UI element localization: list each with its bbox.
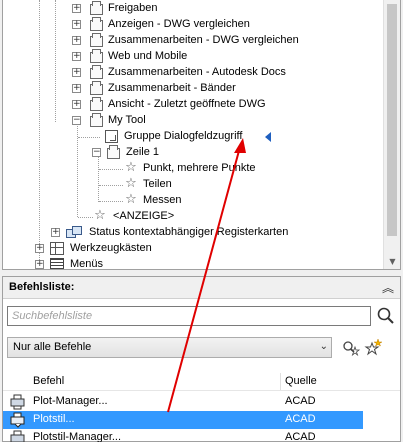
plot-manager-icon [10, 394, 25, 410]
plotstyle-manager-icon [10, 430, 25, 442]
tree-connector [78, 137, 100, 138]
contextual-tabs-icon [66, 226, 84, 240]
tree-item-label: My Tool [108, 114, 146, 126]
tree-item-label: <ANZEIGE> [113, 210, 175, 222]
expand-icon[interactable]: + [35, 260, 44, 269]
find-star-icon [343, 341, 361, 357]
search-icon [377, 307, 394, 324]
command-search-field[interactable] [7, 306, 371, 326]
tree-item-label: Teilen [143, 178, 172, 190]
column-header-quelle[interactable]: Quelle [285, 375, 317, 387]
tree-item-label: Web und Mobile [108, 50, 188, 62]
tree-connector [99, 185, 123, 186]
command-list-panel: Befehlsliste: ︽ Nur alle Befehle ⌄ [2, 276, 401, 442]
expand-icon[interactable]: + [72, 36, 81, 45]
tree-item-label: Punkt, mehrere Punkte [143, 162, 256, 174]
expand-icon[interactable]: + [72, 4, 81, 13]
tree-connector [55, 0, 56, 122]
table-row-selected[interactable]: Plotstil... ACAD [3, 411, 363, 429]
command-star-icon: ☆ [94, 208, 106, 223]
find-command-button[interactable] [341, 338, 361, 358]
panel-icon [89, 1, 103, 15]
command-star-icon: ☆ [125, 192, 137, 207]
tree-connector [99, 169, 123, 170]
command-filter-dropdown[interactable]: Nur alle Befehle ⌄ [7, 337, 332, 358]
command-name: Plot-Manager... [33, 395, 108, 407]
tree-item-label: Zusammenarbeit - Bänder [108, 82, 236, 94]
tree-item-label: Zusammenarbeiten - Autodesk Docs [108, 66, 286, 78]
dialog-launcher-icon [105, 130, 118, 143]
tree-item-label: Status kontextabhängiger Registerkarten [89, 226, 289, 238]
search-button[interactable] [376, 306, 396, 326]
table-row[interactable]: Plot-Manager... ACAD [3, 393, 363, 411]
toolbars-icon [50, 242, 64, 255]
panel-icon [89, 33, 103, 47]
command-source: ACAD [285, 395, 316, 407]
column-divider[interactable] [280, 373, 281, 390]
tree-connector [78, 217, 93, 218]
menus-icon [50, 258, 64, 269]
command-name: Plotstil-Manager... [33, 431, 122, 442]
panel-icon [89, 65, 103, 79]
command-star-icon: ☆ [125, 176, 137, 191]
cui-editor: + Freigaben + Anzeigen - DWG vergleichen… [0, 0, 403, 442]
panel-icon [89, 81, 103, 95]
selection-marker-icon [265, 132, 271, 142]
table-row[interactable]: Plotstil-Manager... ACAD [3, 429, 363, 442]
command-star-icon: ☆ [125, 160, 137, 175]
expand-icon[interactable]: + [72, 84, 81, 93]
command-source: ACAD [285, 431, 316, 442]
tree-item-label: Werkzeugkästen [70, 242, 152, 254]
panel-icon [89, 49, 103, 63]
column-header-befehl[interactable]: Befehl [33, 375, 64, 387]
plotstyle-icon [10, 412, 25, 428]
collapse-icon[interactable]: − [72, 116, 81, 125]
tree-item-label: Menüs [70, 258, 104, 270]
panel-icon [89, 97, 103, 111]
command-source: ACAD [285, 413, 316, 425]
tree-item-label: Gruppe Dialogfeldzugriff [124, 130, 243, 142]
new-command-button[interactable] [363, 338, 383, 358]
panel-icon [89, 113, 103, 127]
tree-item-label: Freigaben [108, 2, 158, 14]
command-list-title: Befehlsliste: [9, 281, 75, 293]
customization-tree: + Freigaben + Anzeigen - DWG vergleichen… [3, 0, 385, 270]
tree-item-label: Anzeigen - DWG vergleichen [108, 18, 250, 30]
tree-item-label: Ansicht - Zuletzt geöffnete DWG [108, 98, 266, 110]
tree-connector [39, 0, 40, 269]
new-star-icon [364, 338, 383, 356]
expand-icon[interactable]: + [72, 68, 81, 77]
command-name: Plotstil... [33, 413, 75, 425]
filter-selected-value: Nur alle Befehle [13, 341, 92, 353]
command-list-header: Befehlsliste: ︽ [3, 277, 400, 299]
tree-item-label: Messen [143, 194, 182, 206]
collapse-icon[interactable]: − [92, 148, 101, 157]
row-icon [106, 145, 120, 159]
tree-connector [98, 154, 99, 202]
chevron-down-icon: ⌄ [319, 341, 328, 352]
tree-item-label: Zusammenarbeiten - DWG vergleichen [108, 34, 299, 46]
expand-icon[interactable]: + [72, 52, 81, 61]
expand-icon[interactable]: + [35, 244, 44, 253]
panel-icon [89, 17, 103, 31]
command-search-input[interactable] [8, 307, 370, 325]
scrollbar-thumb[interactable] [387, 4, 397, 236]
command-table-header: Befehl Quelle [3, 373, 400, 391]
tree-item-label: Zeile 1 [126, 146, 160, 158]
customization-tree-panel: + Freigaben + Anzeigen - DWG vergleichen… [2, 0, 401, 270]
expand-icon[interactable]: + [72, 100, 81, 109]
expand-icon[interactable]: + [51, 228, 60, 237]
collapse-panel-icon[interactable]: ︽ [382, 279, 394, 296]
tree-connector [99, 201, 123, 202]
scroll-down-icon[interactable]: ▼ [384, 253, 400, 269]
expand-icon[interactable]: + [72, 20, 81, 29]
tree-scrollbar[interactable]: ▼ [383, 0, 400, 269]
